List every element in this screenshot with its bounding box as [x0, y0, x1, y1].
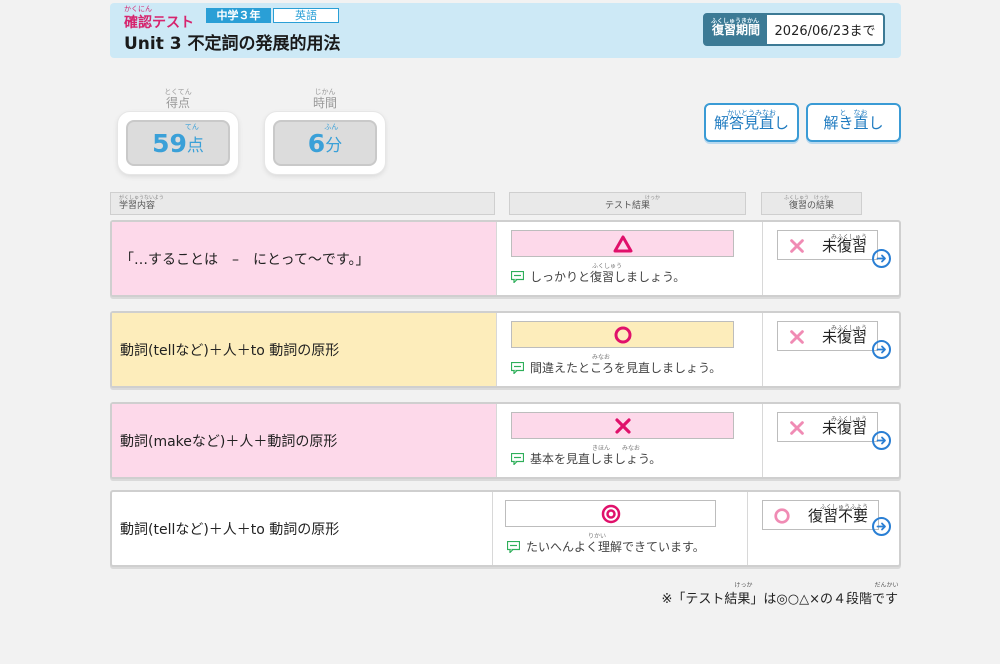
result-comment: ふくしゅう しっかりと復習しましょう。	[510, 263, 686, 285]
review-status: みふくしゅう 未復習	[777, 230, 878, 260]
page-title: Unit 3 不定詞の発展的用法	[124, 34, 341, 54]
review-text: 復習不要	[807, 507, 868, 525]
time-value: 6	[307, 128, 326, 158]
comment-text: たいへんよく理解できています。	[526, 540, 705, 554]
comment-icon	[510, 361, 525, 375]
comment-ruby: りかい	[588, 533, 607, 540]
review-text: 未復習	[821, 328, 867, 346]
row-topic: 動詞(makeなど)＋人＋動詞の原形	[112, 404, 497, 477]
score-unit: てん 点	[184, 122, 204, 156]
row-test-result: りかい たいへんよく理解できています。	[493, 492, 748, 565]
review-deadline: ふくしゅうきかん 復習期間 2026/06/23まで	[703, 13, 885, 46]
comment-icon	[510, 452, 525, 466]
subject-tag: 英語	[273, 8, 339, 23]
resolve-button[interactable]: と なお 解き直し	[806, 103, 901, 142]
result-comment: りかい たいへんよく理解できています。	[506, 533, 705, 555]
row-test-result: みなお 間違えたところを見直しましょう。	[497, 313, 763, 386]
grade-tag: 中学３年	[206, 8, 271, 23]
deadline-value: 2026/06/23まで	[774, 24, 876, 39]
comment-icon	[506, 540, 521, 554]
result-mark-box	[505, 500, 716, 527]
comment-text: 間違えたところを見直しましょう。	[530, 361, 722, 375]
score-value: 59	[152, 128, 187, 158]
result-comment: きほん みなお 基本を見直しましょう。	[510, 445, 662, 467]
row-test-result: きほん みなお 基本を見直しましょう。	[497, 404, 763, 477]
circle-mark-icon	[613, 325, 633, 345]
review-status: みふくしゅう 未復習	[777, 321, 878, 351]
row-detail-arrow-icon[interactable]	[872, 517, 891, 536]
comment-ruby: きほん みなお	[592, 445, 641, 452]
cross-mark-icon	[613, 416, 633, 436]
cross-mark-icon	[788, 237, 806, 259]
column-header-review: ふくしゅう けっか 復習の結果	[761, 192, 862, 215]
result-row: 動詞(makeなど)＋人＋動詞の原形 きほん みなお 基本を見直しましょう。 み…	[110, 402, 901, 479]
result-row: 動詞(tellなど)＋人＋to 動詞の原形 りかい たいへんよく理解できています…	[110, 490, 901, 567]
double-circle-mark-icon	[601, 504, 621, 524]
test-header: かくにん 確認テスト 中学３年 英語 Unit 3 不定詞の発展的用法 ふくしゅ…	[110, 3, 901, 58]
review-status: みふくしゅう 未復習	[777, 412, 878, 442]
review-status: ふくしゅうふよう 復習不要	[762, 500, 879, 530]
cross-mark-icon	[788, 328, 806, 350]
row-topic: 「…することは – にとって～です。」	[112, 222, 497, 295]
row-topic: 動詞(tellなど)＋人＋to 動詞の原形	[112, 492, 493, 565]
result-row: 動詞(tellなど)＋人＋to 動詞の原形 みなお 間違えたところを見直しましょ…	[110, 311, 901, 388]
review-answers-button[interactable]: かいとうみなお 解答見直し	[704, 103, 799, 142]
test-kind-ruby: かくにん	[124, 5, 152, 13]
row-detail-arrow-icon[interactable]	[872, 431, 891, 450]
deadline-label-ruby: ふくしゅうきかん	[711, 18, 760, 25]
resolve-ruby: と なお	[839, 109, 868, 117]
score-card: とくてん 得点 59 てん 点	[118, 88, 238, 174]
row-topic: 動詞(tellなど)＋人＋to 動詞の原形	[112, 313, 497, 386]
time-label: 時間	[312, 96, 337, 110]
comment-ruby: みなお	[592, 354, 611, 361]
triangle-mark-icon	[613, 234, 633, 254]
result-mark-box	[511, 321, 734, 348]
row-detail-arrow-icon[interactable]	[872, 249, 891, 268]
comment-text: しっかりと復習しましょう。	[530, 270, 686, 284]
comment-icon	[510, 270, 525, 284]
row-detail-arrow-icon[interactable]	[872, 340, 891, 359]
column-header-result: けっか テスト結果	[509, 192, 746, 215]
result-comment: みなお 間違えたところを見直しましょう。	[510, 354, 722, 376]
result-mark-box	[511, 230, 734, 257]
result-mark-box	[511, 412, 734, 439]
comment-text: 基本を見直しましょう。	[530, 452, 662, 466]
comment-ruby: ふくしゅう	[592, 263, 623, 270]
time-card: じかん 時間 6 ふん 分	[265, 88, 385, 174]
column-header-topic: がくしゅうないよう 学習内容	[110, 192, 495, 215]
review-answers-ruby: かいとうみなお	[727, 109, 776, 117]
score-label-ruby: とくてん	[164, 88, 192, 96]
time-label-ruby: じかん	[314, 88, 336, 96]
legend-note: けっか だんかい ※「テスト結果」は◎○△×の４段階です	[661, 582, 899, 607]
score-label: 得点	[165, 96, 190, 110]
row-test-result: ふくしゅう しっかりと復習しましょう。	[497, 222, 763, 295]
review-text: 未復習	[821, 237, 867, 255]
result-row: 「…することは – にとって～です。」 ふくしゅう しっかりと復習しましょう。 …	[110, 220, 901, 297]
cross-mark-icon	[788, 419, 806, 441]
time-unit: ふん 分	[324, 122, 343, 156]
circle-mark-icon	[773, 507, 791, 529]
review-text: 未復習	[821, 419, 867, 437]
deadline-label: ふくしゅうきかん 復習期間	[705, 15, 767, 44]
